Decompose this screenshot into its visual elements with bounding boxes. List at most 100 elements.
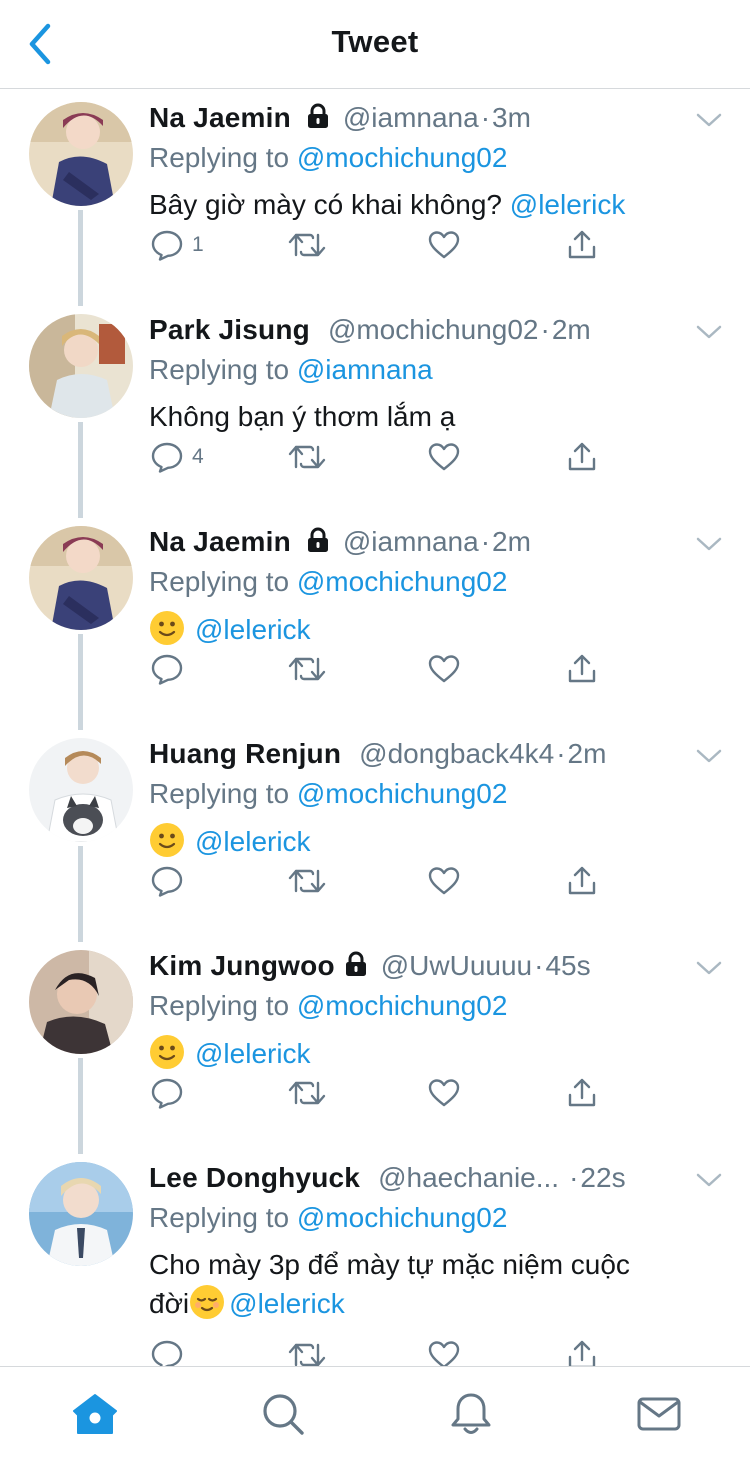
replying-to-mention[interactable]: @mochichung02 xyxy=(297,1202,508,1233)
retweet-button[interactable] xyxy=(288,1074,326,1112)
tweet[interactable]: Kim Jungwoo @UwUuuuu·45s Replying to @moc… xyxy=(0,936,750,1148)
tweet-text: Bây giờ mày có khai không? @lelerick xyxy=(149,189,626,220)
tweet-actions xyxy=(150,862,610,902)
share-button[interactable] xyxy=(565,650,599,688)
like-button[interactable] xyxy=(427,650,461,688)
share-icon xyxy=(568,654,596,683)
retweet-icon xyxy=(288,445,326,469)
author-name[interactable]: Na Jaemin xyxy=(149,102,291,133)
chevron-down-icon xyxy=(696,537,722,551)
retweet-button[interactable] xyxy=(288,438,326,476)
timestamp: 2m xyxy=(567,738,607,769)
tweet-menu-button[interactable] xyxy=(695,534,723,554)
tweet[interactable]: Lee Donghyuck @haechanie... ·22s Replying … xyxy=(0,1148,750,1360)
retweet-button[interactable] xyxy=(288,862,326,900)
tweet[interactable]: Na Jaemin @iamnana·3m Replying to @mochic… xyxy=(0,88,750,300)
tweet-menu-button[interactable] xyxy=(695,746,723,766)
share-button[interactable] xyxy=(565,862,599,900)
mention-link[interactable]: @lelerick xyxy=(195,614,311,645)
tweet-actions: 1 xyxy=(150,226,610,266)
author-name[interactable]: Na Jaemin xyxy=(149,526,291,557)
replying-to: Replying to @iamnana xyxy=(149,354,433,385)
replying-to-mention[interactable]: @mochichung02 xyxy=(297,778,508,809)
avatar-image xyxy=(29,1162,133,1266)
tweet-text: Cho mày 3p để mày tự mặc niệm cuộc đời @l… xyxy=(149,1246,719,1330)
author-handle[interactable]: @iamnana xyxy=(343,526,479,557)
author-name[interactable]: Park Jisung xyxy=(149,314,310,345)
retweet-button[interactable] xyxy=(288,226,326,264)
tweet-menu-button[interactable] xyxy=(695,322,723,342)
reply-icon xyxy=(151,442,183,473)
avatar[interactable] xyxy=(29,1162,133,1266)
timestamp: 45s xyxy=(545,950,591,981)
tab-notifications[interactable] xyxy=(446,1389,496,1439)
reply-button[interactable] xyxy=(150,1074,184,1112)
mention-link[interactable]: @lelerick xyxy=(229,1288,345,1319)
share-button[interactable] xyxy=(565,438,599,476)
avatar-image xyxy=(29,102,133,206)
mention-link[interactable]: @lelerick xyxy=(195,1038,311,1069)
notifications-icon xyxy=(451,1393,491,1434)
reply-button[interactable]: 1 xyxy=(150,226,204,264)
heart-icon xyxy=(428,231,460,259)
like-button[interactable] xyxy=(427,862,461,900)
replying-to-mention[interactable]: @mochichung02 xyxy=(297,990,508,1021)
tweet-menu-button[interactable] xyxy=(695,1170,723,1190)
timestamp: 22s xyxy=(580,1162,626,1193)
mention-link[interactable]: @lelerick xyxy=(510,189,626,220)
tweet[interactable]: Huang Renjun @dongback4k4·2m Replying to … xyxy=(0,724,750,936)
tweet-menu-button[interactable] xyxy=(695,110,723,130)
reply-button[interactable] xyxy=(150,862,184,900)
tab-search[interactable] xyxy=(258,1389,308,1439)
tab-messages[interactable] xyxy=(634,1389,684,1439)
share-icon xyxy=(568,442,596,471)
retweet-button[interactable] xyxy=(288,650,326,688)
author-handle[interactable]: @mochichung02 xyxy=(328,314,539,345)
avatar[interactable] xyxy=(29,102,133,206)
timestamp: 3m xyxy=(492,102,531,133)
relieved-face-icon xyxy=(189,1284,225,1330)
reply-icon xyxy=(151,1078,183,1109)
tweet[interactable]: Na Jaemin @iamnana·2m Replying to @mochic… xyxy=(0,512,750,724)
mention-link[interactable]: @lelerick xyxy=(195,826,311,857)
author-handle[interactable]: @dongback4k4 xyxy=(359,738,554,769)
author-handle[interactable]: @haechanie... xyxy=(378,1162,559,1193)
search-icon xyxy=(263,1394,304,1435)
replying-to: Replying to @mochichung02 xyxy=(149,1202,508,1233)
tweet[interactable]: Park Jisung @mochichung02·2m Replying to … xyxy=(0,300,750,512)
avatar[interactable] xyxy=(29,738,133,842)
share-icon xyxy=(568,230,596,259)
avatar[interactable] xyxy=(29,950,133,1054)
heart-icon xyxy=(428,655,460,683)
like-button[interactable] xyxy=(427,438,461,476)
replying-to: Replying to @mochichung02 xyxy=(149,142,508,173)
avatar[interactable] xyxy=(29,314,133,418)
top-bar: Tweet xyxy=(0,0,750,89)
replying-to: Replying to @mochichung02 xyxy=(149,990,508,1021)
tweet-menu-button[interactable] xyxy=(695,958,723,978)
tweet-text: Không bạn ý thơm lắm ạ xyxy=(149,401,456,432)
timestamp: 2m xyxy=(492,526,531,557)
replying-to-mention[interactable]: @iamnana xyxy=(297,354,433,385)
reply-button[interactable] xyxy=(150,650,184,688)
author-name[interactable]: Lee Donghyuck xyxy=(149,1162,360,1193)
author-handle[interactable]: @iamnana xyxy=(343,102,479,133)
reply-button[interactable]: 4 xyxy=(150,438,204,476)
reply-icon xyxy=(151,230,183,261)
like-button[interactable] xyxy=(427,226,461,264)
like-button[interactable] xyxy=(427,1074,461,1112)
tab-home[interactable] xyxy=(70,1389,120,1439)
author-name[interactable]: Kim Jungwoo xyxy=(149,950,335,981)
avatar-image xyxy=(29,738,133,842)
home-icon xyxy=(73,1394,117,1434)
reply-icon xyxy=(151,866,183,897)
share-button[interactable] xyxy=(565,226,599,264)
share-icon xyxy=(568,1078,596,1107)
author-handle[interactable]: @UwUuuuu xyxy=(381,950,532,981)
avatar[interactable] xyxy=(29,526,133,630)
replying-to-mention[interactable]: @mochichung02 xyxy=(297,566,508,597)
replying-to-mention[interactable]: @mochichung02 xyxy=(297,142,508,173)
author-name[interactable]: Huang Renjun xyxy=(149,738,341,769)
bottom-tab-bar xyxy=(0,1366,750,1458)
share-button[interactable] xyxy=(565,1074,599,1112)
